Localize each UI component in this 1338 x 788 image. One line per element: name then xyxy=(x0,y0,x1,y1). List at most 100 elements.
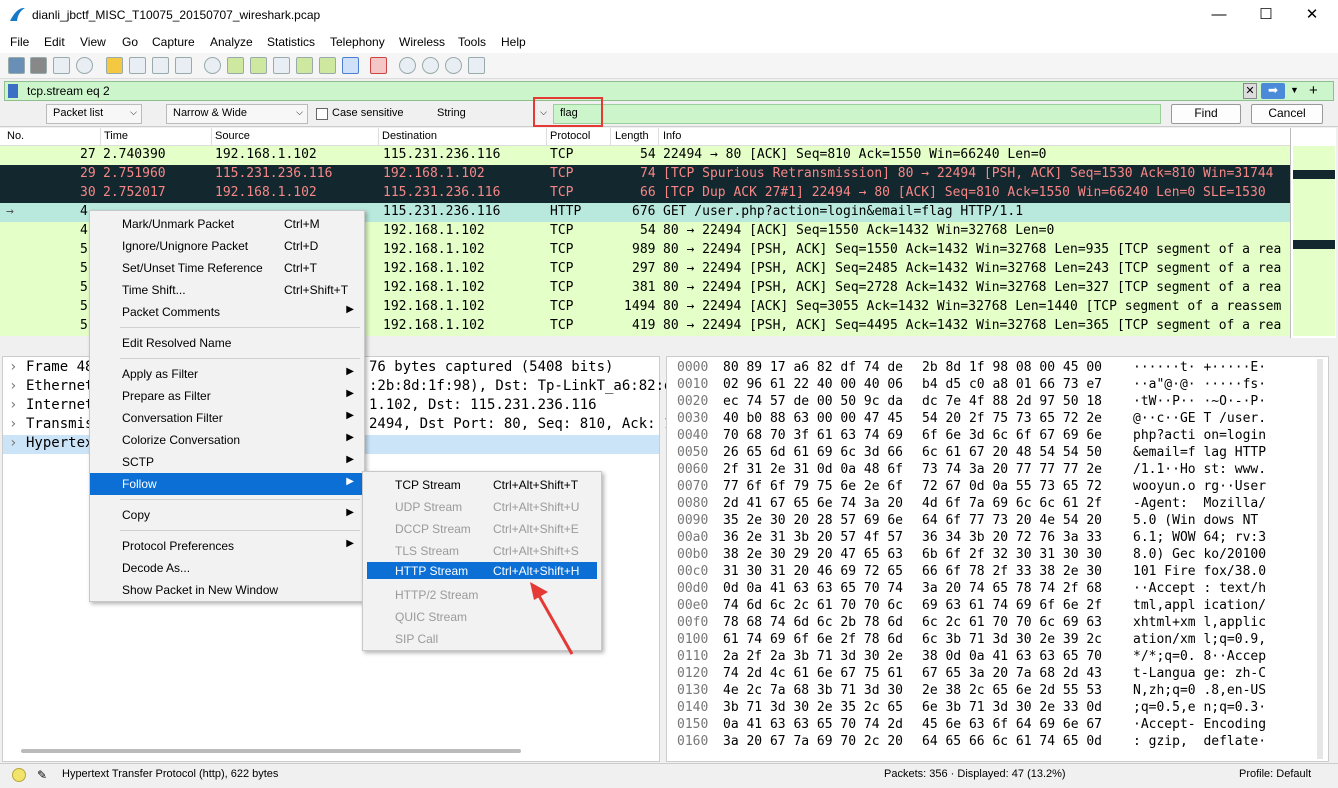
packet-row[interactable]: 30 2.752017 192.168.1.102 115.231.236.11… xyxy=(0,184,1290,203)
display-filter-bar[interactable]: tcp.stream eq 2 ✕ ➡ ▼ + xyxy=(4,81,1334,101)
menu-item-ignore-packet[interactable]: Ignore/Unignore Packet Ctrl+D xyxy=(90,235,364,257)
column-protocol[interactable]: Protocol xyxy=(550,130,590,142)
stop-capture-icon[interactable] xyxy=(30,57,47,74)
filter-history-icon[interactable]: ▼ xyxy=(1290,85,1299,95)
column-destination[interactable]: Destination xyxy=(382,130,437,142)
menu-analyze[interactable]: Analyze xyxy=(210,35,253,49)
packet-protocol: TCP xyxy=(550,242,574,257)
menu-edit[interactable]: Edit xyxy=(44,35,65,49)
menu-item-time-reference[interactable]: Set/Unset Time Reference Ctrl+T xyxy=(90,257,364,279)
expand-chevron-icon[interactable]: › xyxy=(9,378,17,394)
display-filter-input[interactable]: tcp.stream eq 2 xyxy=(27,84,110,98)
search-string-input[interactable]: flag xyxy=(553,104,1161,124)
zoom-in-icon[interactable] xyxy=(399,57,416,74)
apply-filter-icon[interactable]: ➡ xyxy=(1261,83,1285,99)
packet-bytes-pane[interactable]: 0000 80 89 17 a6 82 df 74 de 2b 8d 1f 98 0… xyxy=(666,356,1329,762)
horizontal-scrollbar[interactable] xyxy=(21,749,521,753)
packet-minimap-scrollbar[interactable] xyxy=(1290,128,1336,338)
menu-statistics[interactable]: Statistics xyxy=(267,35,315,49)
hex-line: 00e0 74 6d 6c 2c 61 70 70 6c 69 63 61 74 6… xyxy=(677,598,1267,613)
go-last-icon[interactable] xyxy=(319,57,336,74)
expand-chevron-icon[interactable]: › xyxy=(9,359,17,375)
column-separator[interactable] xyxy=(610,128,611,146)
menu-help[interactable]: Help xyxy=(501,35,526,49)
hex-line: 0040 70 68 70 3f 61 63 74 69 6f 6e 3d 6c 6… xyxy=(677,428,1267,443)
menu-item-show-packet-new-window[interactable]: Show Packet in New Window xyxy=(90,579,364,601)
close-file-icon[interactable] xyxy=(152,57,169,74)
column-separator[interactable] xyxy=(100,128,101,146)
search-in-select[interactable]: Packet list ⌵ xyxy=(46,104,142,124)
menu-file[interactable]: File xyxy=(10,35,29,49)
go-back-icon[interactable] xyxy=(227,57,244,74)
menu-telephony[interactable]: Telephony xyxy=(330,35,385,49)
edit-comment-icon[interactable]: ✎ xyxy=(37,768,47,782)
detail-label-tail: 2494, Dst Port: 80, Seq: 810, Ack: 15 xyxy=(369,416,681,432)
column-separator[interactable] xyxy=(546,128,547,146)
menu-item-packet-comments[interactable]: Packet Comments ▶ xyxy=(90,301,364,323)
submenu-arrow-icon: ▶ xyxy=(346,388,354,399)
menu-item-conversation-filter[interactable]: Conversation Filter ▶ xyxy=(90,407,364,429)
menu-item-protocol-preferences[interactable]: Protocol Preferences ▶ xyxy=(90,535,364,557)
vertical-scrollbar[interactable] xyxy=(1317,359,1323,759)
capture-options-icon[interactable] xyxy=(76,57,93,74)
reload-file-icon[interactable] xyxy=(175,57,192,74)
clear-filter-icon[interactable]: ✕ xyxy=(1243,83,1257,99)
column-separator[interactable] xyxy=(658,128,659,146)
column-separator[interactable] xyxy=(211,128,212,146)
menu-item-decode-as[interactable]: Decode As... xyxy=(90,557,364,579)
menu-item-sctp[interactable]: SCTP ▶ xyxy=(90,451,364,473)
open-file-icon[interactable] xyxy=(106,57,123,74)
close-button[interactable]: ✕ xyxy=(1289,0,1335,32)
expand-chevron-icon[interactable]: › xyxy=(9,397,17,413)
go-forward-icon[interactable] xyxy=(250,57,267,74)
detail-label-tail: :2b:8d:1f:98), Dst: Tp-LinkT_a6:82:df xyxy=(369,378,681,394)
add-filter-button-icon[interactable]: + xyxy=(1309,82,1318,99)
save-file-icon[interactable] xyxy=(129,57,146,74)
resize-columns-icon[interactable] xyxy=(468,57,485,74)
cancel-button[interactable]: Cancel xyxy=(1251,104,1323,124)
menu-capture[interactable]: Capture xyxy=(152,35,195,49)
go-to-packet-icon[interactable] xyxy=(273,57,290,74)
menu-item-apply-as-filter[interactable]: Apply as Filter ▶ xyxy=(90,363,364,385)
column-time[interactable]: Time xyxy=(104,130,128,142)
restart-capture-icon[interactable] xyxy=(53,57,70,74)
case-sensitive-checkbox[interactable] xyxy=(316,108,328,120)
column-length[interactable]: Length xyxy=(615,130,649,142)
menu-item-follow[interactable]: Follow ▶ xyxy=(90,473,364,495)
bookmark-icon[interactable] xyxy=(8,84,18,98)
column-info[interactable]: Info xyxy=(663,130,681,142)
submenu-item-http-stream[interactable]: HTTP Stream Ctrl+Alt+Shift+H xyxy=(367,562,597,579)
start-capture-icon[interactable] xyxy=(8,57,25,74)
menu-item-edit-resolved-name[interactable]: Edit Resolved Name xyxy=(90,332,364,354)
packet-protocol: TCP xyxy=(550,261,574,276)
charset-select[interactable]: Narrow & Wide ⌵ xyxy=(166,104,308,124)
column-no[interactable]: No. xyxy=(7,130,24,142)
submenu-item-tcp-stream[interactable]: TCP Stream Ctrl+Alt+Shift+T xyxy=(363,474,601,496)
menu-wireless[interactable]: Wireless xyxy=(399,35,445,49)
find-button[interactable]: Find xyxy=(1171,104,1241,124)
expand-chevron-icon[interactable]: › xyxy=(9,435,17,451)
menu-item-colorize-conversation[interactable]: Colorize Conversation ▶ xyxy=(90,429,364,451)
maximize-button[interactable]: ☐ xyxy=(1243,0,1289,32)
menu-item-copy[interactable]: Copy ▶ xyxy=(90,504,364,526)
minimize-button[interactable]: — xyxy=(1196,0,1242,32)
menu-go[interactable]: Go xyxy=(122,35,138,49)
zoom-out-icon[interactable] xyxy=(422,57,439,74)
menu-item-prepare-as-filter[interactable]: Prepare as Filter ▶ xyxy=(90,385,364,407)
menu-tools[interactable]: Tools xyxy=(458,35,486,49)
packet-row[interactable]: 29 2.751960 115.231.236.116 192.168.1.10… xyxy=(0,165,1290,184)
packet-row[interactable]: 27 2.740390 192.168.1.102 115.231.236.11… xyxy=(0,146,1290,165)
colorize-icon[interactable] xyxy=(370,57,387,74)
menu-item-mark-packet[interactable]: Mark/Unmark Packet Ctrl+M xyxy=(90,213,364,235)
normal-size-icon[interactable] xyxy=(445,57,462,74)
go-first-icon[interactable] xyxy=(296,57,313,74)
autoscroll-icon[interactable] xyxy=(342,57,359,74)
find-packet-icon[interactable] xyxy=(204,57,221,74)
expand-chevron-icon[interactable]: › xyxy=(9,416,17,432)
status-profile-text[interactable]: Profile: Default xyxy=(1239,768,1311,780)
menu-item-time-shift[interactable]: Time Shift... Ctrl+Shift+T xyxy=(90,279,364,301)
column-source[interactable]: Source xyxy=(215,130,250,142)
menu-view[interactable]: View xyxy=(80,35,106,49)
column-separator[interactable] xyxy=(378,128,379,146)
expert-info-icon[interactable] xyxy=(12,768,26,782)
